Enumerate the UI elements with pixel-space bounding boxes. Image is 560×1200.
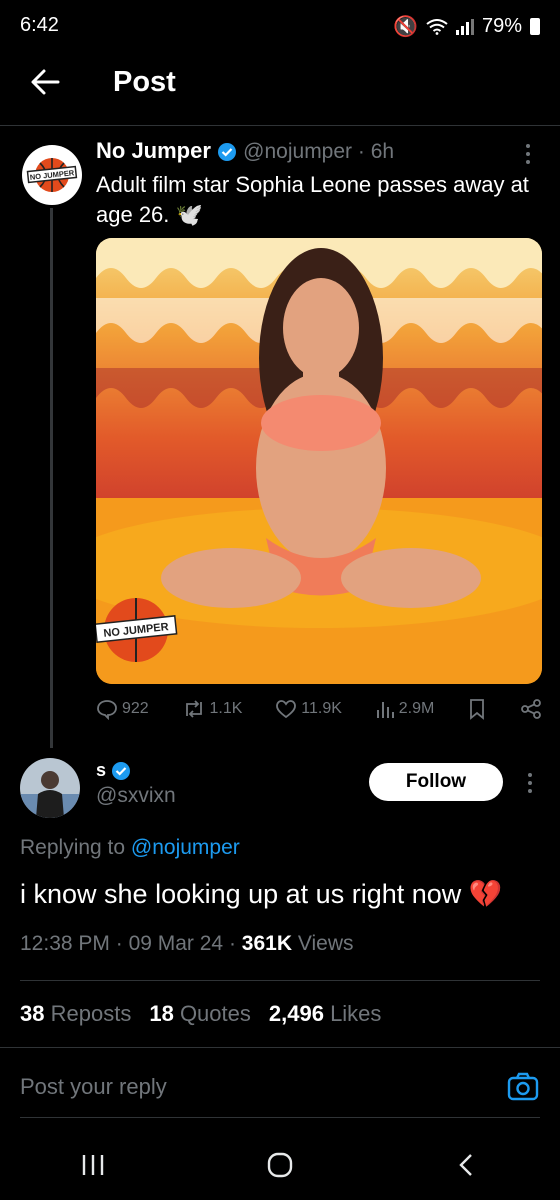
reply-time: 12:38 PM — [20, 932, 110, 955]
header-divider — [0, 125, 560, 126]
repost-icon — [185, 700, 202, 718]
reply-date: 09 Mar 24 — [128, 932, 224, 955]
more-icon[interactable] — [522, 770, 538, 801]
reply-author-name[interactable]: s — [96, 760, 106, 780]
reply-stats: 38 Reposts 18 Quotes 2,496 Likes — [20, 1001, 381, 1027]
home-icon[interactable] — [265, 1150, 295, 1180]
more-icon[interactable] — [516, 140, 540, 173]
like-action[interactable]: 11.9K — [275, 698, 342, 720]
share-icon[interactable] — [520, 698, 542, 720]
status-indicators: 🔇 79% — [393, 14, 540, 39]
stats-divider — [0, 1047, 560, 1048]
avatar-sxvixn[interactable] — [20, 758, 80, 818]
repost-count: 1.1K — [209, 700, 243, 717]
tweet-media[interactable]: NO JUMPER — [96, 238, 542, 684]
follow-button[interactable]: Follow — [369, 763, 503, 801]
battery-icon — [530, 18, 540, 35]
quotes-stat[interactable]: 18 Quotes — [149, 1001, 251, 1027]
bookmark-icon[interactable] — [467, 698, 487, 720]
author-name[interactable]: No Jumper — [96, 138, 211, 163]
replying-mention[interactable]: @nojumper — [131, 836, 240, 859]
battery-text: 79% — [481, 15, 522, 37]
system-nav-bar — [0, 1130, 560, 1200]
tweet-age: 6h — [370, 140, 395, 163]
reply-count: 922 — [122, 700, 149, 717]
reply-action[interactable]: 922 — [96, 698, 149, 720]
author-handle[interactable]: @nojumper — [243, 140, 352, 163]
reply-input[interactable]: Post your reply — [20, 1074, 167, 1100]
tweet-author: No Jumper @nojumper · 6h — [96, 138, 395, 163]
page-title: Post — [113, 66, 176, 98]
views-icon — [376, 702, 394, 718]
wifi-icon — [426, 18, 448, 35]
tweet-actions: 922 1.1K 11.9K 2.9M — [96, 698, 542, 720]
thread-line — [50, 208, 53, 748]
back-arrow-icon[interactable] — [28, 64, 64, 100]
replying-to: Replying to @nojumper — [20, 836, 240, 859]
recents-icon[interactable] — [78, 1151, 108, 1179]
verified-icon — [218, 143, 237, 162]
like-count: 11.9K — [301, 700, 342, 717]
avatar-nojumper[interactable]: NO JUMPER — [22, 145, 82, 205]
status-time: 6:42 — [20, 14, 59, 36]
repost-action[interactable]: 1.1K — [182, 698, 243, 720]
reply-icon — [97, 700, 117, 720]
back-icon[interactable] — [452, 1150, 482, 1180]
reply-meta: 12:38 PM · 09 Mar 24 · 361K Views — [20, 932, 354, 955]
views-action[interactable]: 2.9M — [375, 698, 435, 720]
reply-text: i know she looking up at us right now 💔 — [20, 879, 503, 909]
mute-icon: 🔇 — [393, 16, 418, 38]
likes-stat[interactable]: 2,496 Likes — [269, 1001, 382, 1027]
views-count: 361K — [241, 932, 292, 955]
reposts-stat[interactable]: 38 Reposts — [20, 1001, 131, 1027]
verified-icon — [112, 762, 131, 781]
camera-icon[interactable] — [506, 1070, 540, 1109]
tweet-text: Adult film star Sophia Leone passes away… — [96, 172, 529, 227]
views-count: 2.9M — [398, 700, 435, 717]
like-icon — [276, 700, 297, 719]
meta-divider — [20, 980, 540, 981]
signal-icon — [455, 18, 474, 35]
composer-divider — [20, 1117, 540, 1118]
reply-author-handle[interactable]: @sxvixn — [96, 784, 176, 808]
reply-author: s — [96, 760, 131, 781]
